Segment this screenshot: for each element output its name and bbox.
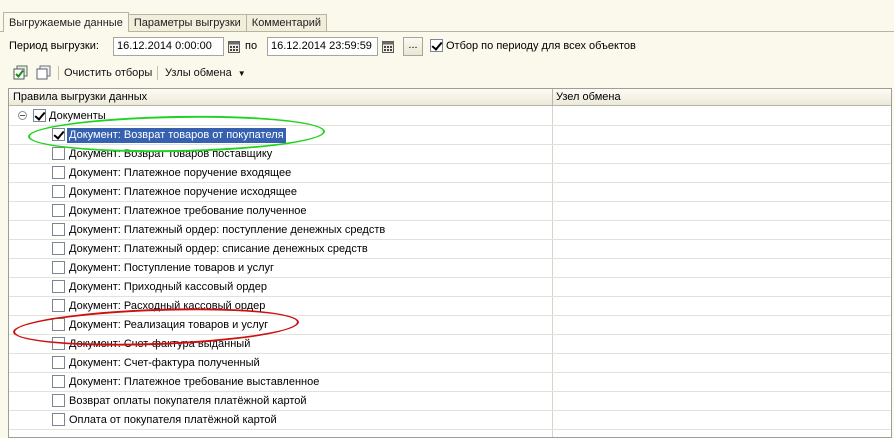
- tab-comment[interactable]: Комментарий: [245, 14, 328, 32]
- row-checkbox[interactable]: [52, 280, 65, 293]
- calendar-from-icon[interactable]: [226, 37, 242, 56]
- tree-root-label: Документы: [49, 110, 106, 122]
- row-label: Документ: Счет-фактура полученный: [69, 357, 260, 369]
- calendar-to-icon[interactable]: [380, 37, 396, 56]
- table-row[interactable]: Документ: Платежное требование полученно…: [9, 202, 891, 221]
- table-row[interactable]: Документ: Приходный кассовый ордер: [9, 278, 891, 297]
- table-row[interactable]: Документ: Платежное требование выставлен…: [9, 373, 891, 392]
- column-divider: [552, 89, 553, 106]
- table-row[interactable]: Возврат оплаты покупателя платёжной карт…: [9, 392, 891, 411]
- row-label: Документ: Платежное требование выставлен…: [69, 376, 320, 388]
- row-label: Документ: Платежное поручение входящее: [69, 167, 292, 179]
- tab-export-params[interactable]: Параметры выгрузки: [127, 14, 247, 32]
- period-select-button[interactable]: ...: [403, 37, 423, 56]
- tab-divider: [0, 31, 894, 32]
- toolbar-separator: [58, 66, 59, 80]
- period-to-field[interactable]: 16.12.2014 23:59:59: [267, 37, 378, 56]
- collapse-icon[interactable]: [18, 111, 27, 120]
- table-row[interactable]: Документ: Реализация товаров и услуг: [9, 316, 891, 335]
- row-checkbox[interactable]: [52, 204, 65, 217]
- column-header-node[interactable]: Узел обмена: [556, 91, 621, 103]
- row-checkbox[interactable]: [52, 147, 65, 160]
- exchange-nodes-button[interactable]: Узлы обмена ▼: [165, 67, 246, 79]
- row-checkbox[interactable]: [52, 261, 65, 274]
- apply-period-all-label: Отбор по периоду для всех объектов: [446, 40, 636, 52]
- table-row[interactable]: Документ: Платежное поручение входящее: [9, 164, 891, 183]
- row-label: Документ: Счет-фактура выданный: [69, 338, 251, 350]
- toolbar-separator: [157, 66, 158, 80]
- row-checkbox[interactable]: [52, 337, 65, 350]
- row-checkbox[interactable]: [33, 109, 46, 122]
- table-row[interactable]: Документ: Возврат товаров от покупателя: [9, 126, 891, 145]
- row-checkbox[interactable]: [52, 242, 65, 255]
- table-header: Правила выгрузки данных Узел обмена: [9, 89, 891, 106]
- row-label: Документ: Возврат товаров от покупателя: [67, 128, 286, 143]
- row-label: Документ: Реализация товаров и услуг: [69, 319, 269, 331]
- export-rules-table: Правила выгрузки данных Узел обмена Доку…: [8, 88, 892, 438]
- row-checkbox[interactable]: [52, 299, 65, 312]
- row-checkbox[interactable]: [52, 185, 65, 198]
- table-row[interactable]: Документ: Счет-фактура полученный: [9, 354, 891, 373]
- row-checkbox[interactable]: [52, 166, 65, 179]
- row-label: Документ: Платежное требование полученно…: [69, 205, 307, 217]
- row-checkbox[interactable]: [52, 223, 65, 236]
- row-label: Документ: Возврат товаров поставщику: [69, 148, 273, 160]
- row-label: Документ: Приходный кассовый ордер: [69, 281, 267, 293]
- check-all-icon[interactable]: [13, 65, 29, 81]
- row-checkbox[interactable]: [52, 375, 65, 388]
- table-row[interactable]: Оплата от покупателя платёжной картой: [9, 411, 891, 430]
- column-header-rules[interactable]: Правила выгрузки данных: [13, 91, 147, 103]
- row-label: Оплата от покупателя платёжной картой: [69, 414, 277, 426]
- exchange-nodes-label: Узлы обмена: [165, 67, 232, 79]
- chevron-down-icon: ▼: [237, 69, 246, 78]
- table-row[interactable]: Документ: Возврат товаров поставщику: [9, 145, 891, 164]
- table-row[interactable]: Документ: Счет-фактура выданный: [9, 335, 891, 354]
- row-checkbox[interactable]: [52, 318, 65, 331]
- table-row[interactable]: Документ: Платежный ордер: поступление д…: [9, 221, 891, 240]
- uncheck-all-icon[interactable]: [36, 65, 52, 81]
- row-label: Документ: Платежный ордер: списание дене…: [69, 243, 368, 255]
- period-from-field[interactable]: 16.12.2014 0:00:00: [113, 37, 224, 56]
- tree-root-row[interactable]: Документы: [9, 107, 891, 126]
- row-label: Документ: Расходный кассовый ордер: [69, 300, 266, 312]
- tab-export-data[interactable]: Выгружаемые данные: [3, 12, 129, 32]
- table-row[interactable]: Документ: Поступление товаров и услуг: [9, 259, 891, 278]
- row-checkbox[interactable]: [52, 394, 65, 407]
- row-checkbox[interactable]: [52, 128, 65, 141]
- row-checkbox[interactable]: [52, 413, 65, 426]
- row-checkbox[interactable]: [52, 356, 65, 369]
- apply-period-all-checkbox[interactable]: [430, 39, 443, 52]
- table-row[interactable]: Документ: Платежное поручение исходящее: [9, 183, 891, 202]
- clear-filters-button[interactable]: Очистить отборы: [64, 67, 152, 79]
- table-row[interactable]: Документ: Расходный кассовый ордер: [9, 297, 891, 316]
- row-label: Документ: Платежное поручение исходящее: [69, 186, 297, 198]
- row-label: Возврат оплаты покупателя платёжной карт…: [69, 395, 307, 407]
- table-row[interactable]: Документ: Платежный ордер: списание дене…: [9, 240, 891, 259]
- tab-strip: Выгружаемые данные Параметры выгрузки Ко…: [3, 12, 328, 32]
- row-label: Документ: Платежный ордер: поступление д…: [69, 224, 386, 236]
- period-label: Период выгрузки:: [9, 40, 99, 52]
- row-label: Документ: Поступление товаров и услуг: [69, 262, 274, 274]
- period-to-label: по: [245, 40, 258, 52]
